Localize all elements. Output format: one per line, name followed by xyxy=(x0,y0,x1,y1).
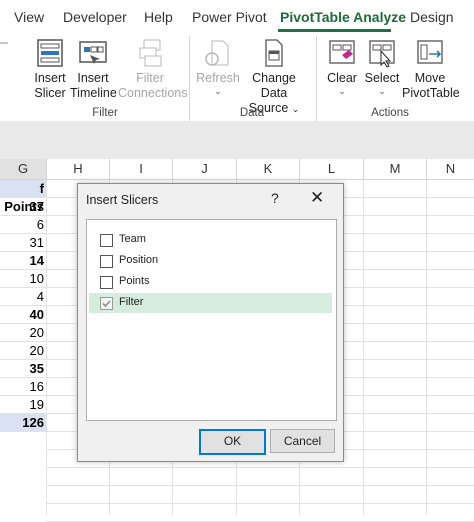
column-header-i[interactable]: I xyxy=(110,159,173,179)
refresh-chevron-icon: ⌄ xyxy=(214,86,222,96)
tab-pivottable-analyze[interactable]: PivotTable Analyze xyxy=(280,9,406,25)
column-header-g[interactable]: G xyxy=(0,159,47,179)
column-g-cell[interactable]: 20 xyxy=(0,342,46,360)
filter-connections-icon xyxy=(139,39,162,67)
grid-line xyxy=(46,485,474,486)
filter-connections-label-1: Filter xyxy=(136,71,164,85)
clear-chevron-icon: ⌄ xyxy=(338,86,346,96)
column-g-cell[interactable]: 31 xyxy=(0,234,46,252)
refresh-icon xyxy=(205,40,229,66)
column-g-cell[interactable]: 40 xyxy=(0,306,46,324)
group-separator xyxy=(316,36,317,122)
tab-help[interactable]: Help xyxy=(144,9,173,25)
clear-button[interactable]: Clear ⌄ xyxy=(322,38,362,96)
insert-slicer-label-2: Slicer xyxy=(34,86,66,100)
truncated-group-icon xyxy=(0,42,8,54)
slicer-field-item[interactable]: Points xyxy=(89,272,332,292)
filter-connections-button[interactable]: Filter Connections xyxy=(118,38,188,101)
column-g-cell[interactable]: 37 xyxy=(0,198,46,216)
grid-line xyxy=(363,180,364,515)
filter-group-label: Filter xyxy=(92,107,118,119)
clear-label: Clear xyxy=(327,71,357,85)
grid-line xyxy=(46,467,474,468)
checkbox[interactable] xyxy=(100,234,113,247)
column-header-n[interactable]: N xyxy=(427,159,474,179)
clear-icon xyxy=(329,40,355,64)
cancel-button[interactable]: Cancel xyxy=(270,429,335,453)
column-g-cell[interactable]: 19 xyxy=(0,396,46,414)
column-g-cell[interactable]: 4 xyxy=(0,288,46,306)
actions-group-label: Actions xyxy=(371,107,409,119)
checkmark-icon xyxy=(102,300,111,308)
column-g-cell[interactable]: 14 xyxy=(0,252,46,270)
select-button[interactable]: Select ⌄ xyxy=(362,38,402,96)
slicer-field-list: Team Position Points Filter xyxy=(86,219,337,421)
slicer-field-label: Points xyxy=(119,275,150,287)
tab-view[interactable]: View xyxy=(14,9,44,25)
ribbon-tab-bar: View Developer Help Power Pivot PivotTab… xyxy=(0,0,474,32)
column-g-cell[interactable]: 6 xyxy=(0,216,46,234)
insert-slicers-dialog: Insert Slicers ? ✕ Team Position Points Fil… xyxy=(77,183,344,462)
tab-design[interactable]: Design xyxy=(410,9,454,25)
grid-line xyxy=(46,503,474,504)
insert-slicer-button[interactable]: Insert Slicer xyxy=(28,38,72,101)
column-header-m[interactable]: M xyxy=(364,159,427,179)
column-g-cell[interactable]: 20 xyxy=(0,324,46,342)
refresh-button[interactable]: Refresh ⌄ xyxy=(195,38,241,96)
formula-bar-area xyxy=(0,121,474,159)
insert-timeline-label-2: Timeline xyxy=(70,86,117,100)
slicer-field-label: Filter xyxy=(119,296,144,308)
column-header-j[interactable]: J xyxy=(173,159,237,179)
close-icon[interactable]: ✕ xyxy=(310,188,324,208)
select-icon xyxy=(369,40,395,68)
dialog-title: Insert Slicers xyxy=(86,193,159,207)
slicer-field-label: Team xyxy=(119,233,146,245)
tab-developer[interactable]: Developer xyxy=(63,9,127,25)
slicer-field-item[interactable]: Team xyxy=(89,230,332,250)
column-g-cell[interactable]: 126 xyxy=(0,414,46,432)
column-g-header-cell[interactable]: f Points xyxy=(0,180,46,214)
slicer-icon xyxy=(37,39,63,67)
grid-line xyxy=(46,180,47,515)
ribbon: Insert Slicer Insert Timeline Filter Con… xyxy=(0,32,474,122)
column-header-l[interactable]: L xyxy=(300,159,364,179)
move-pivottable-button[interactable]: Move PivotTable xyxy=(402,38,460,101)
insert-slicer-label-1: Insert xyxy=(34,71,66,85)
data-group-label: Data xyxy=(239,107,265,119)
slicer-field-item[interactable]: Filter xyxy=(89,293,332,313)
column-header-k[interactable]: K xyxy=(237,159,300,179)
filter-connections-label-2: Connections xyxy=(118,86,188,100)
select-label: Select xyxy=(364,71,400,85)
insert-timeline-button[interactable]: Insert Timeline xyxy=(70,38,117,101)
move-pivottable-label-2: PivotTable xyxy=(402,86,460,100)
tab-power-pivot[interactable]: Power Pivot xyxy=(192,9,267,25)
slicer-field-label: Position xyxy=(119,254,159,266)
change-source-icon xyxy=(265,39,283,67)
select-chevron-icon: ⌄ xyxy=(378,86,386,96)
move-pivottable-icon xyxy=(417,40,443,64)
change-source-label-1: Change Data xyxy=(252,71,296,100)
change-data-source-button[interactable]: Change Data Source ⌄ xyxy=(238,38,310,117)
column-g-cell[interactable]: 35 xyxy=(0,360,46,378)
checkbox[interactable] xyxy=(100,255,113,268)
refresh-label: Refresh xyxy=(196,71,240,85)
group-separator xyxy=(189,36,190,122)
column-header-row: G H I J K L M N xyxy=(0,159,474,180)
ok-button[interactable]: OK xyxy=(199,429,266,455)
timeline-icon xyxy=(79,41,107,64)
column-g-cell[interactable]: 16 xyxy=(0,378,46,396)
column-header-h[interactable]: H xyxy=(47,159,110,179)
insert-timeline-label-1: Insert xyxy=(77,71,109,85)
checkbox[interactable] xyxy=(100,276,113,289)
change-source-chevron-icon: ⌄ xyxy=(291,104,300,114)
move-pivottable-label-1: Move xyxy=(414,71,446,85)
grid-line xyxy=(426,180,427,515)
checkbox[interactable] xyxy=(100,297,113,310)
slicer-field-item[interactable]: Position xyxy=(89,251,332,271)
column-g-cell[interactable]: 10 xyxy=(0,270,46,288)
help-button[interactable]: ? xyxy=(271,190,279,206)
